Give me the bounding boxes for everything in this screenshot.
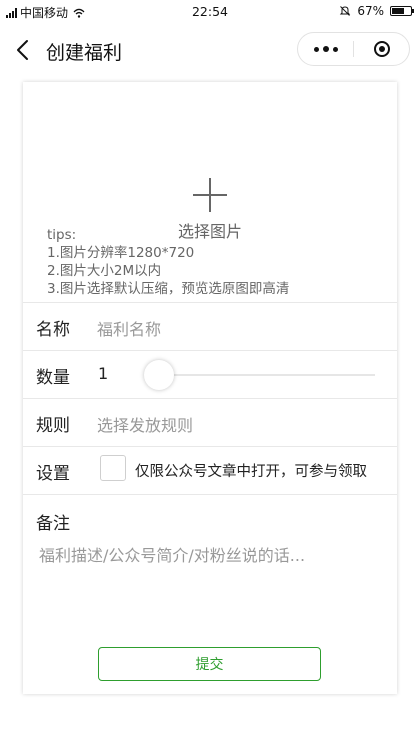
image-upload-area[interactable]: 选择图片 tips: 1.图片分辨率1280*720 2.图片大小2M以内 3.… <box>23 82 397 302</box>
status-right: 67% <box>339 4 414 18</box>
tip-item: 2.图片大小2M以内 <box>47 263 162 279</box>
checkbox-label: 仅限公众号文章中打开，可参与领取 <box>135 464 367 480</box>
tip-item: 3.图片选择默认压缩，预览选原图即高清 <box>47 281 290 297</box>
back-arrow-icon[interactable] <box>14 38 34 62</box>
quantity-value: 1 <box>98 364 109 383</box>
more-dots-icon <box>313 46 338 52</box>
form-card: 选择图片 tips: 1.图片分辨率1280*720 2.图片大小2M以内 3.… <box>23 82 397 694</box>
name-row: 名称 福利名称 <box>23 302 397 350</box>
status-bar: 中国移动 22:54 67% <box>0 0 420 24</box>
plus-icon <box>193 178 227 212</box>
quantity-slider-thumb[interactable] <box>144 360 174 390</box>
battery-percent: 67% <box>357 4 384 18</box>
quantity-row: 数量 1 <box>23 350 397 398</box>
tip-item: 1.图片分辨率1280*720 <box>47 245 195 261</box>
upload-tips: tips: 1.图片分辨率1280*720 2.图片大小2M以内 3.图片选择默… <box>47 226 289 298</box>
tips-title: tips: <box>47 227 77 243</box>
close-mini-program-button[interactable] <box>354 33 409 65</box>
mute-bell-icon <box>340 6 351 16</box>
remark-textarea[interactable]: 福利描述/公众号简介/对粉丝说的话... <box>39 542 305 566</box>
settings-label: 设置 <box>36 464 70 484</box>
page-title: 创建福利 <box>46 42 123 64</box>
name-input[interactable]: 福利名称 <box>97 316 161 340</box>
official-account-only-checkbox[interactable] <box>100 455 126 481</box>
rule-label: 规则 <box>36 416 70 436</box>
target-circle-icon <box>373 41 390 57</box>
rule-row: 规则 选择发放规则 <box>23 398 397 446</box>
rule-picker[interactable]: 选择发放规则 <box>97 412 193 436</box>
name-label: 名称 <box>36 320 70 340</box>
more-button[interactable] <box>298 33 353 65</box>
settings-row: 设置 仅限公众号文章中打开，可参与领取 <box>23 446 397 494</box>
quantity-slider-track[interactable] <box>159 374 375 376</box>
nav-bar: 创建福利 <box>0 24 420 76</box>
divider <box>23 494 397 495</box>
remark-label: 备注 <box>36 514 70 534</box>
submit-button[interactable]: 提交 <box>98 647 321 681</box>
battery-fill <box>392 8 405 14</box>
quantity-label: 数量 <box>36 368 70 388</box>
battery-icon <box>390 6 414 16</box>
mini-program-capsule <box>297 32 410 66</box>
